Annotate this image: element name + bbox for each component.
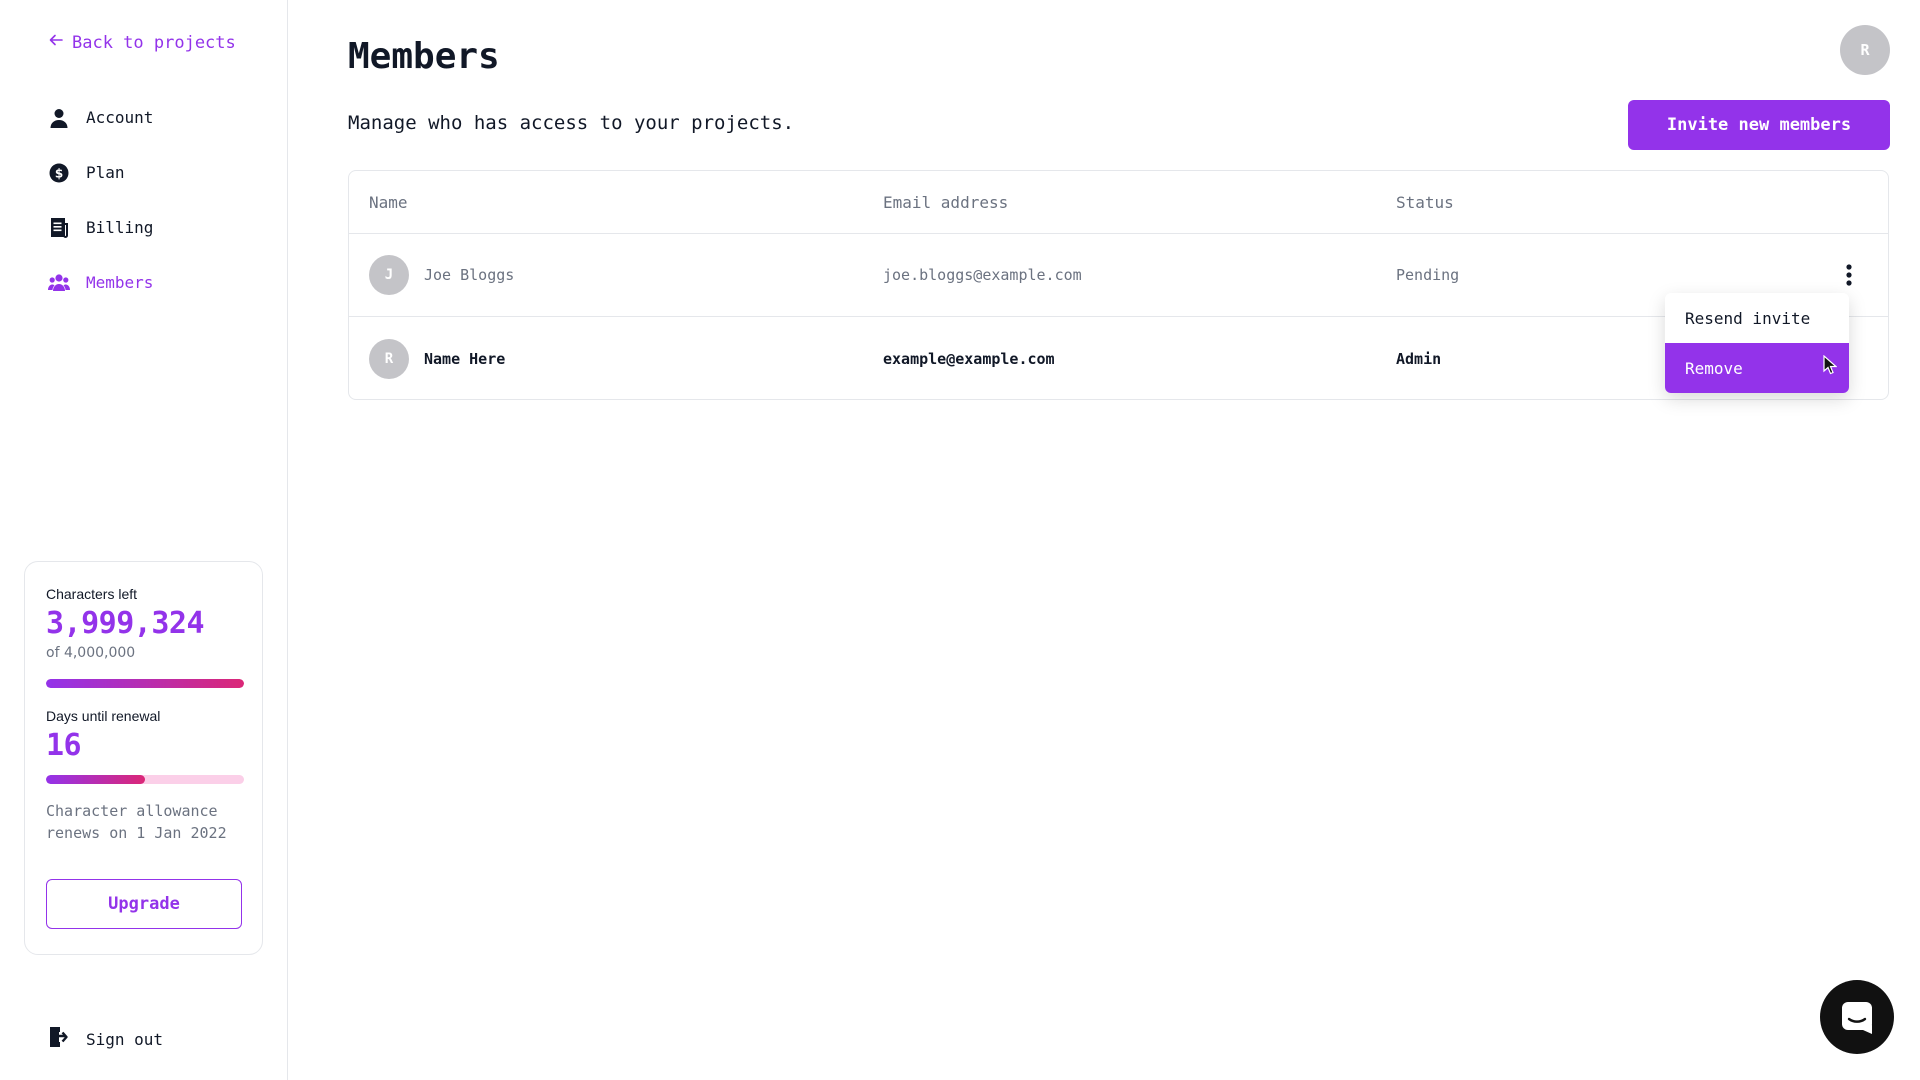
arrow-left-icon xyxy=(48,32,64,53)
user-icon xyxy=(48,107,70,129)
characters-progress-bar xyxy=(46,679,244,688)
svg-text:$: $ xyxy=(55,166,63,180)
member-status: Admin xyxy=(1396,349,1442,368)
renewal-note: Character allowance renews on 1 Jan 2022 xyxy=(46,802,227,842)
column-header-email: Email address xyxy=(883,192,1009,212)
chat-bubble-icon[interactable] xyxy=(1820,980,1894,1054)
invite-new-members-button[interactable]: Invite new members xyxy=(1628,100,1890,150)
days-until-renewal-value: 16 xyxy=(46,728,82,763)
remove-menu-item[interactable]: Remove xyxy=(1665,343,1849,393)
sign-out-icon xyxy=(48,1026,70,1052)
sidebar-item-label: Account xyxy=(86,108,154,127)
back-to-projects-link[interactable]: Back to projects xyxy=(48,32,236,53)
avatar: R xyxy=(369,338,409,379)
mouse-pointer-icon xyxy=(1823,354,1838,380)
days-progress-bar xyxy=(46,775,244,784)
days-progress-fill xyxy=(46,775,145,784)
table-row: J Joe Bloggs joe.bloggs@example.com Pend… xyxy=(349,234,1888,317)
column-header-status: Status xyxy=(1396,192,1454,212)
sidebar: Back to projects Account $ Plan Billing … xyxy=(0,0,288,1080)
sidebar-item-label: Plan xyxy=(86,163,125,182)
table-row: R Name Here example@example.com Admin xyxy=(349,317,1888,400)
sidebar-item-members[interactable]: Members xyxy=(48,255,268,310)
members-table: Name Email address Status J Joe Bloggs j… xyxy=(348,170,1889,400)
member-email: joe.bloggs@example.com xyxy=(883,266,1082,284)
page-title: Members xyxy=(348,36,500,77)
characters-left-label: Characters left xyxy=(46,586,138,602)
member-status: Pending xyxy=(1396,266,1460,284)
sidebar-item-plan[interactable]: $ Plan xyxy=(48,145,268,200)
user-avatar[interactable]: R xyxy=(1840,25,1890,75)
more-options-icon[interactable] xyxy=(1839,260,1859,290)
sidebar-item-label: Billing xyxy=(86,218,154,237)
row-actions-menu: Resend invite Remove xyxy=(1665,293,1849,393)
characters-progress-fill xyxy=(46,679,244,688)
table-header: Name Email address Status xyxy=(349,171,1888,234)
days-until-renewal-label: Days until renewal xyxy=(46,708,161,724)
users-icon xyxy=(48,272,70,294)
sidebar-item-account[interactable]: Account xyxy=(48,90,268,145)
upgrade-button[interactable]: Upgrade xyxy=(46,879,242,929)
receipt-icon xyxy=(48,217,70,239)
page-description: Manage who has access to your projects. xyxy=(348,112,795,134)
characters-left-value: 3,999,324 xyxy=(46,606,205,641)
sidebar-item-billing[interactable]: Billing xyxy=(48,200,268,255)
dollar-circle-icon: $ xyxy=(48,162,70,184)
usage-card: Characters left 3,999,324 of 4,000,000 D… xyxy=(24,561,263,955)
sign-out-label: Sign out xyxy=(86,1029,164,1049)
settings-nav: Account $ Plan Billing Members xyxy=(48,90,268,310)
resend-invite-menu-item[interactable]: Resend invite xyxy=(1665,293,1849,343)
member-email: example@example.com xyxy=(883,349,1055,368)
avatar: J xyxy=(369,255,409,295)
member-name: Joe Bloggs xyxy=(424,266,515,284)
sign-out-button[interactable]: Sign out xyxy=(48,1026,163,1052)
member-name: Name Here xyxy=(424,349,506,368)
column-header-name: Name xyxy=(369,192,408,212)
back-link-label: Back to projects xyxy=(72,32,236,53)
sidebar-item-label: Members xyxy=(86,273,154,292)
characters-total: of 4,000,000 xyxy=(46,645,136,661)
